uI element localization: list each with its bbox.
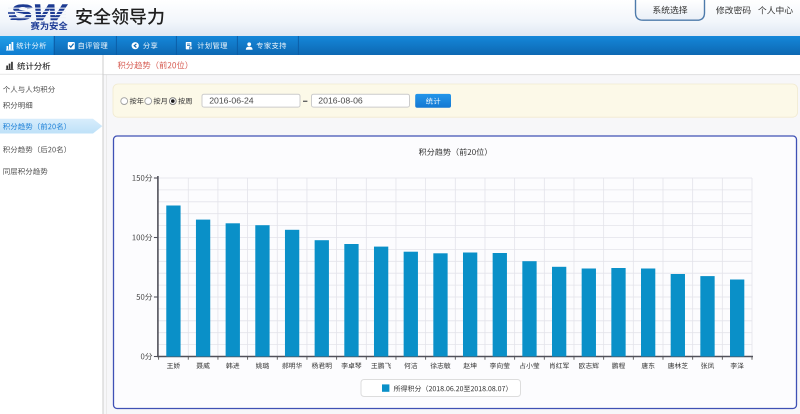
svg-text:2016-08-06: 2016-08-06 — [318, 96, 363, 106]
svg-text:SW: SW — [10, 0, 68, 25]
svg-text:2016-06-24: 2016-06-24 — [209, 96, 254, 106]
